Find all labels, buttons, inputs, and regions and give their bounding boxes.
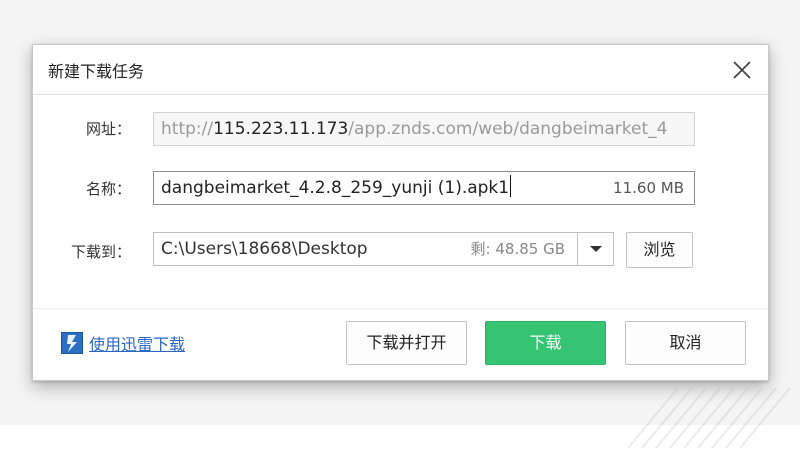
filename-field[interactable]: dangbeimarket_4.2.8_259_yunji (1).apk1 1…	[153, 171, 695, 205]
file-size: 11.60 MB	[613, 179, 684, 197]
chevron-down-icon[interactable]	[577, 233, 613, 265]
download-button[interactable]: 下载	[485, 321, 606, 365]
cancel-button[interactable]: 取消	[625, 321, 746, 365]
thunder-logo-icon	[61, 332, 83, 354]
watermark-lines	[618, 378, 798, 450]
url-label: 网址：	[85, 120, 131, 138]
dialog-title: 新建下载任务	[48, 62, 145, 81]
new-download-dialog: 新建下载任务 网址： http://115.223.11.173/app.znd…	[32, 44, 769, 381]
footer-divider	[33, 308, 768, 309]
browse-button[interactable]: 浏览	[626, 232, 693, 268]
filename-value: dangbeimarket_4.2.8_259_yunji (1).apk1	[161, 178, 510, 198]
dialog-titlebar: 新建下载任务	[33, 45, 768, 95]
url-field[interactable]: http://115.223.11.173/app.znds.com/web/d…	[153, 112, 695, 146]
url-host: 115.223.11.173	[213, 119, 349, 139]
name-label: 名称：	[85, 180, 131, 198]
destination-label: 下载到：	[70, 243, 131, 261]
url-prefix: http://	[161, 119, 214, 139]
url-path: /app.znds.com/web/dangbeimarket_4	[348, 119, 668, 139]
text-caret	[510, 175, 512, 197]
free-space: 剩: 48.85 GB	[470, 240, 565, 258]
destination-field[interactable]: C:\Users\18668\Desktop 剩: 48.85 GB	[153, 232, 614, 266]
close-icon[interactable]	[730, 58, 754, 82]
destination-path: C:\Users\18668\Desktop	[161, 239, 368, 259]
use-thunder-label: 使用迅雷下载	[89, 335, 186, 354]
download-and-open-button[interactable]: 下载并打开	[346, 321, 467, 365]
